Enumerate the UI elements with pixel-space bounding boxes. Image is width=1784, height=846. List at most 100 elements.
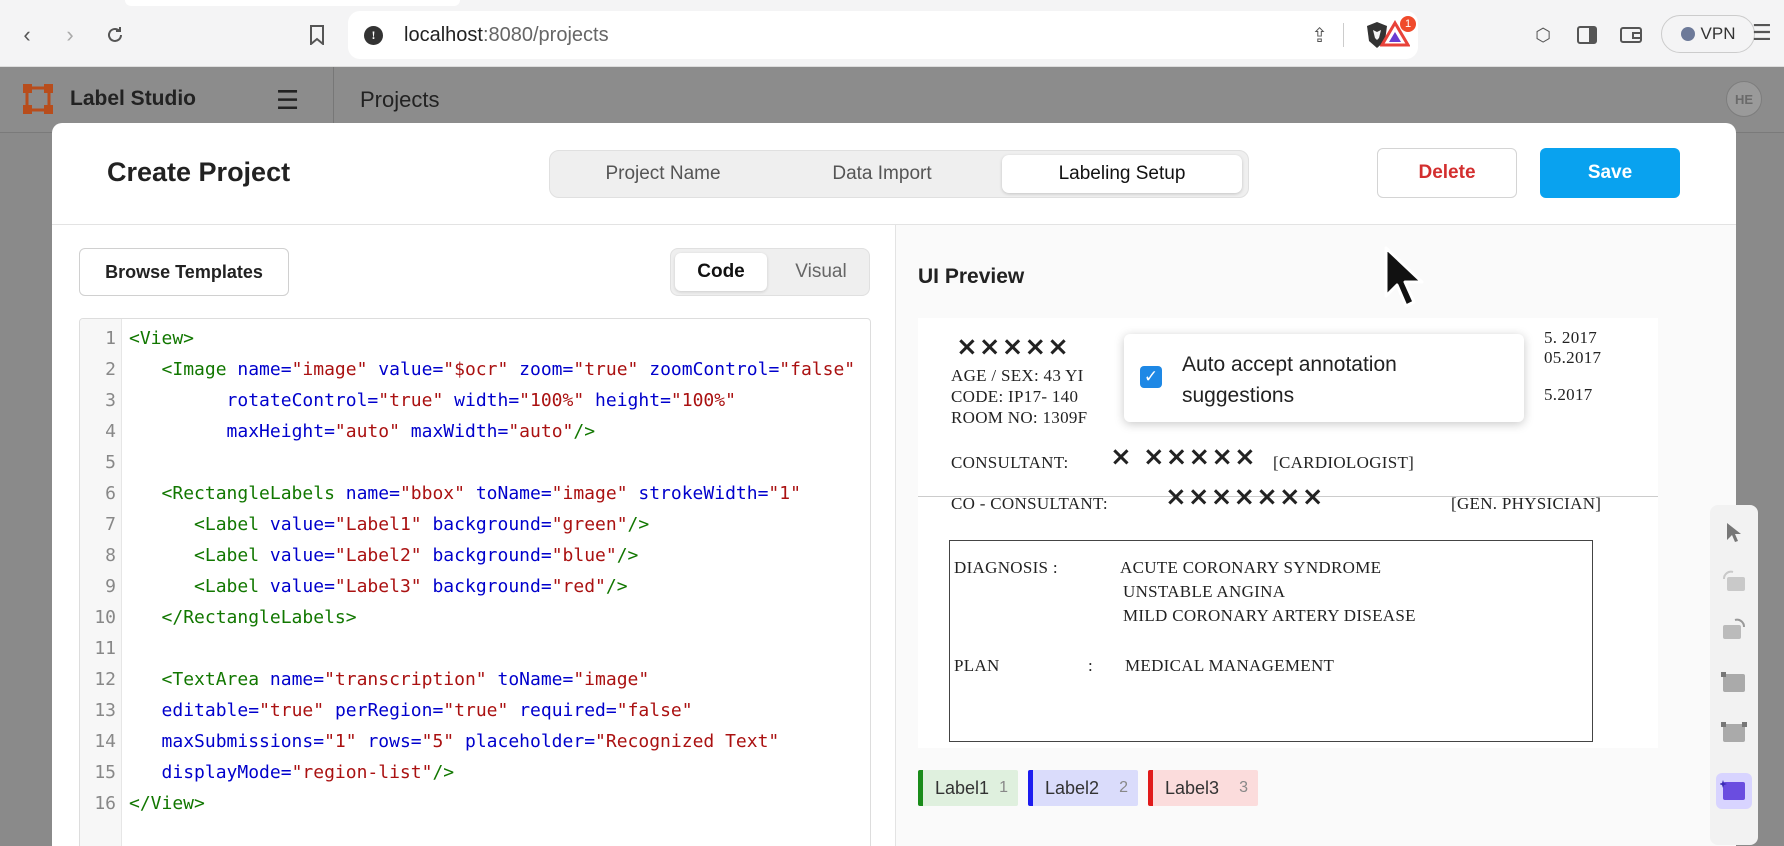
code-line[interactable]: 12 <TextArea name="transcription" toName… [80, 664, 870, 695]
code-line[interactable]: 4 maxHeight="auto" maxWidth="auto"/> [80, 416, 870, 447]
rotate-right-icon[interactable] [1716, 611, 1752, 647]
line-number: 4 [105, 421, 116, 442]
ui-preview-title: UI Preview [918, 265, 1025, 288]
code-line[interactable]: 8 <Label value="Label2" background="blue… [80, 540, 870, 571]
code-line[interactable]: 10 </RectangleLabels> [80, 602, 870, 633]
line-number: 6 [105, 483, 116, 504]
auto-accept-label[interactable]: Auto accept annotation suggestions [1182, 349, 1502, 411]
code-line[interactable]: 13 editable="true" perRegion="true" requ… [80, 695, 870, 726]
site-info-icon[interactable]: ! [364, 26, 383, 45]
vpn-button[interactable]: VPN [1661, 15, 1755, 53]
line-number: 13 [94, 700, 116, 721]
line-number: 2 [105, 359, 116, 380]
brave-rewards-icon[interactable]: 1 [1379, 16, 1416, 48]
extensions-icon[interactable]: ⬡ [1530, 22, 1556, 48]
code-text: </RectangleLabels> [161, 607, 357, 628]
doc-plan-value: MEDICAL MANAGEMENT [1125, 656, 1335, 675]
tab-code[interactable]: Code [675, 253, 767, 291]
smart-rectangle-tool-icon[interactable] [1716, 773, 1752, 809]
rectangle-3point-tool-icon[interactable] [1716, 715, 1752, 751]
code-line[interactable]: 15 displayMode="region-list"/> [80, 757, 870, 788]
code-line[interactable]: 3 rotateControl="true" width="100%" heig… [80, 385, 870, 416]
rotate-left-icon[interactable] [1716, 563, 1752, 599]
label-chip-label3[interactable]: Label3 3 [1148, 770, 1258, 806]
browser-toolbar: ‹ › ! localhost:8080/projects ⇪ 1 ⬡ VPN … [0, 0, 1784, 67]
line-number: 1 [105, 328, 116, 349]
ui-preview-pane: UI Preview ⨯⨯⨯⨯⨯ AGE / SEX: 43 YI CODE: … [896, 225, 1758, 846]
label-chip-label1[interactable]: Label1 1 [918, 770, 1018, 806]
doc-date-2: 05.2017 [1544, 348, 1602, 367]
doc-diagnosis-3: MILD CORONARY ARTERY DISEASE [1123, 606, 1416, 625]
doc-consultant-role: [CARDIOLOGIST] [1273, 453, 1415, 472]
code-line[interactable]: 16 </View> [80, 788, 870, 819]
auto-accept-checkbox[interactable]: ✓ [1140, 366, 1162, 388]
alert-count-badge: 1 [1400, 16, 1416, 32]
address-bar[interactable]: ! localhost:8080/projects ⇪ [348, 11, 1418, 59]
doc-plan-colon: : [1088, 656, 1094, 675]
delete-button[interactable]: Delete [1377, 148, 1517, 198]
modal-header: Create Project Project Name Data Import … [52, 123, 1736, 225]
line-number: 3 [105, 390, 116, 411]
code-line[interactable]: 2 <Image name="image" value="$ocr" zoom=… [80, 354, 870, 385]
code-text: maxSubmissions="1" rows="5" placeholder=… [161, 731, 780, 752]
browser-menu-icon[interactable]: ☰ [1752, 20, 1772, 46]
wallet-icon[interactable] [1618, 22, 1644, 48]
tab-labeling-setup[interactable]: Labeling Setup [1002, 155, 1242, 193]
save-button[interactable]: Save [1540, 148, 1680, 198]
doc-code: CODE: IP17- 140 [951, 387, 1079, 406]
url-text[interactable]: localhost:8080/projects [404, 24, 609, 47]
doc-plan-label: PLAN [954, 656, 1000, 675]
doc-date-3: 5.2017 [1544, 385, 1593, 404]
line-number: 10 [94, 607, 116, 628]
rectangle-tool-icon[interactable] [1716, 665, 1752, 701]
doc-date-1: 5. 2017 [1544, 328, 1598, 347]
step-tabs: Project Name Data Import Labeling Setup [549, 150, 1249, 198]
label-chip-label2[interactable]: Label2 2 [1028, 770, 1138, 806]
browse-templates-button[interactable]: Browse Templates [79, 248, 289, 296]
doc-diagnosis-2: UNSTABLE ANGINA [1123, 582, 1286, 601]
redacted-consultant: ⨯ ⨯⨯⨯⨯⨯ [1110, 442, 1257, 472]
code-line[interactable]: 14 maxSubmissions="1" rows="5" placehold… [80, 726, 870, 757]
avatar[interactable]: HE [1726, 81, 1762, 117]
code-line[interactable]: 11 [80, 633, 870, 664]
code-line[interactable]: 6 <RectangleLabels name="bbox" toName="i… [80, 478, 870, 509]
sidebar-toggle-icon[interactable] [1574, 22, 1600, 48]
doc-co-consultant-role: [GEN. PHYSICIAN] [1451, 494, 1602, 513]
vpn-status-icon [1680, 27, 1695, 41]
line-number: 8 [105, 545, 116, 566]
tab-data-import[interactable]: Data Import [782, 155, 982, 193]
label-studio-logo [23, 84, 53, 114]
editor-mode-toggle: Code Visual [670, 248, 870, 296]
doc-co-consultant-label: CO - CONSULTANT: [951, 494, 1108, 513]
code-text: rotateControl="true" width="100%" height… [226, 390, 736, 411]
line-number: 7 [105, 514, 116, 535]
doc-age-sex: AGE / SEX: 43 YI [951, 366, 1084, 385]
code-text: <View> [129, 328, 195, 349]
code-editor[interactable]: 1 <View> 2 <Image name="image" value="$ocr… [79, 318, 871, 846]
tab-project-name[interactable]: Project Name [558, 155, 768, 193]
line-number: 15 [94, 762, 116, 783]
mouse-cursor-icon [1384, 246, 1424, 308]
breadcrumb[interactable]: Projects [360, 87, 439, 113]
code-line[interactable]: 1 <View> [80, 323, 870, 354]
reload-icon[interactable] [100, 20, 130, 50]
share-icon[interactable]: ⇪ [1311, 23, 1328, 48]
config-pane: Browse Templates Code Visual 1 <View> 2 <I… [52, 225, 895, 846]
redacted-co-consultant: ⨯⨯⨯⨯⨯⨯⨯ [1165, 482, 1325, 512]
code-text: </View> [129, 793, 205, 814]
pointer-tool-icon[interactable] [1716, 515, 1752, 551]
bookmark-icon[interactable] [302, 20, 332, 50]
tab-visual[interactable]: Visual [775, 253, 867, 291]
code-text: <RectangleLabels name="bbox" toName="ima… [161, 483, 801, 504]
code-line[interactable]: 5 [80, 447, 870, 478]
forward-icon[interactable]: › [55, 20, 85, 50]
auto-accept-popup: ✓ Auto accept annotation suggestions [1124, 334, 1524, 422]
line-number: 16 [94, 793, 116, 814]
back-icon[interactable]: ‹ [12, 20, 42, 50]
active-tab-hint [125, 0, 460, 6]
code-line[interactable]: 7 <Label value="Label1" background="gree… [80, 509, 870, 540]
hamburger-menu-icon[interactable]: ☰ [276, 85, 299, 116]
code-text: maxHeight="auto" maxWidth="auto"/> [226, 421, 596, 442]
redacted-name: ⨯⨯⨯⨯⨯ [956, 332, 1070, 362]
code-line[interactable]: 9 <Label value="Label3" background="red"… [80, 571, 870, 602]
